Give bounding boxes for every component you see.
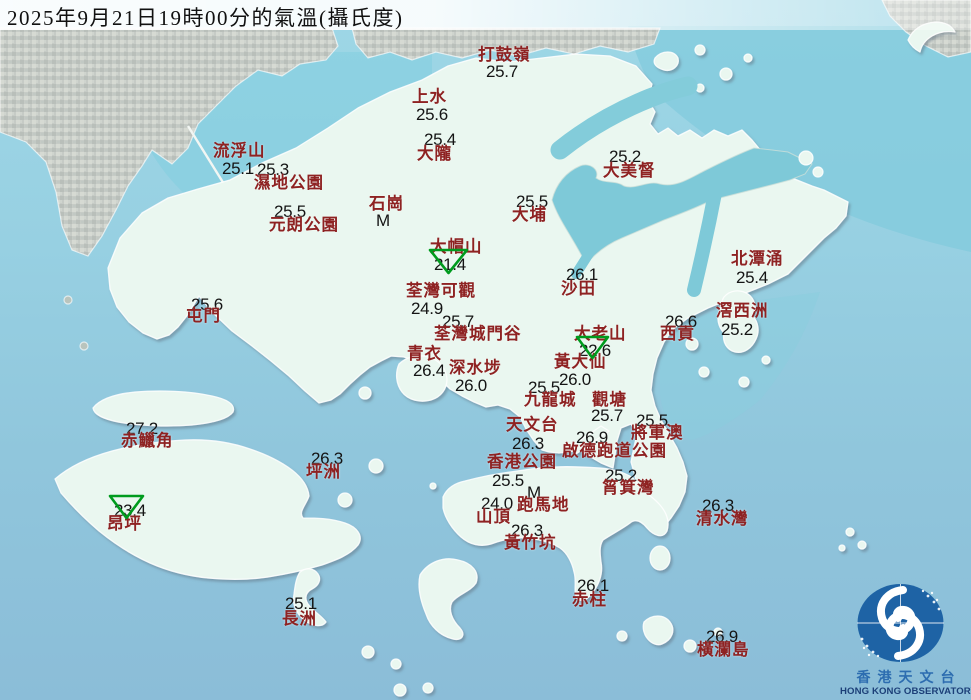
tap-mun-island — [798, 150, 814, 166]
hko-logo: 香港天文台 HONG KONG OBSERVATORY — [840, 566, 971, 700]
hko-logo-emblem — [857, 584, 944, 662]
green-island — [429, 482, 437, 490]
ma-wan-island — [358, 386, 372, 400]
waglan-island — [713, 627, 723, 637]
peng-chau-island — [368, 458, 384, 474]
hko-logo-chinese-name: 香港天文台 — [856, 669, 962, 685]
page-title: 2025年9月21日19時00分的氣溫(攝氏度) — [7, 6, 404, 30]
title-bar: 2025年9月21日19時00分的氣溫(攝氏度) — [0, 0, 971, 30]
tung-lung-chau — [649, 545, 671, 571]
hong-kong-map — [0, 0, 971, 700]
airport-island — [92, 390, 235, 427]
hko-temperature-map-page: 2025年9月21日19時00分的氣溫(攝氏度) 25.7 打鼓嶺 25.6 上水 25… — [0, 0, 971, 700]
tsing-yi-island — [395, 355, 448, 402]
hko-logo-english-name: HONG KONG OBSERVATORY — [840, 685, 971, 697]
hei-ling-chau-island — [337, 492, 353, 508]
